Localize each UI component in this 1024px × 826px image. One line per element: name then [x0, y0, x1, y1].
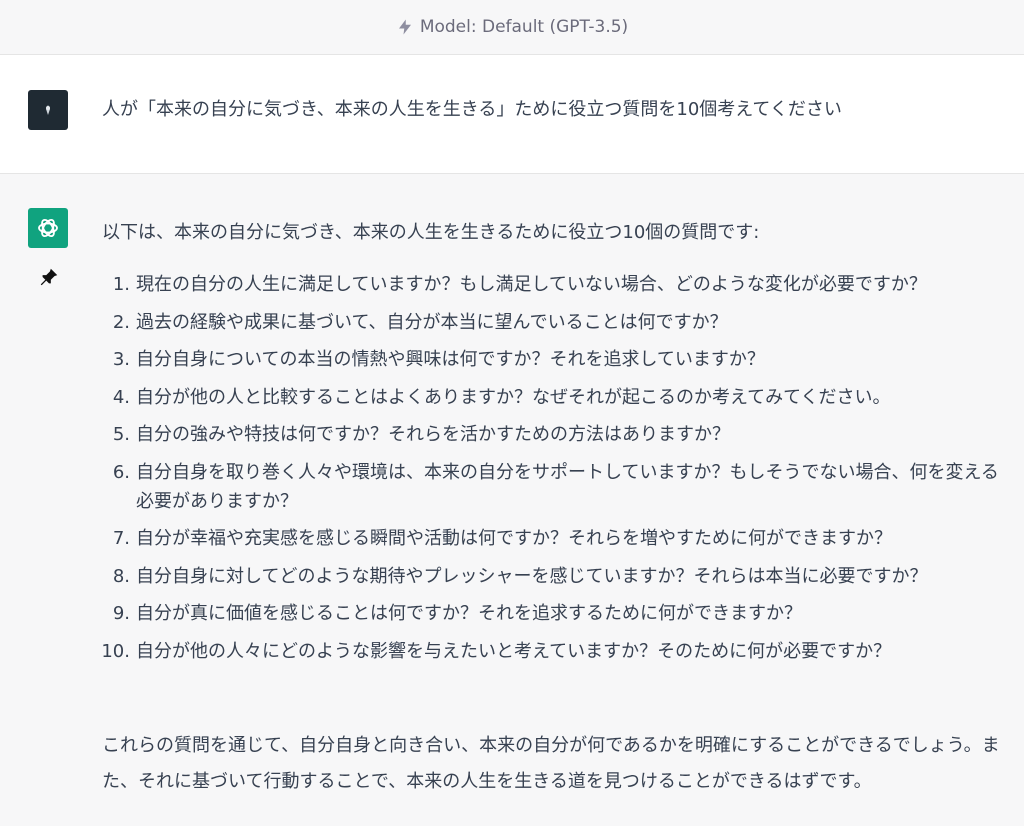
user-avatar: [28, 90, 68, 130]
user-message-text: 人が「本来の自分に気づき、本来の人生を生きる」ために役立つ質問を10個考えてくだ…: [102, 99, 842, 120]
list-item: 5. 自分の強みや特技は何ですか？それらを活かすための方法はありますか？: [112, 424, 730, 445]
list-item: 4. 自分が他の人と比較することはよくありますか？なぜそれが起こるのか考えてみてく…: [112, 386, 891, 408]
pin-icon[interactable]: [38, 266, 60, 288]
lightning-bolt-icon: [398, 19, 411, 35]
question-list: 1. 現在の自分の人生に満足していますか？もし満足していない場合、どのような変化が…: [88, 270, 1008, 674]
model-label: Model: Default (GPT-3.5): [419, 17, 629, 37]
model-header: Model: Default (GPT-3.5): [0, 0, 1024, 55]
assistant-intro: 以下は、本来の自分に気づき、本来の人生を生きるために役立つ10個の質問です:: [102, 222, 760, 243]
user-message: 人が「本来の自分に気づき、本来の人生を生きる」ために役立つ質問を10個考えてくだ…: [0, 55, 1024, 174]
list-item: 1. 現在の自分の人生に満足していますか？もし満足していない場合、どのような変化が…: [112, 274, 927, 295]
list-item: 8. 自分自身に対してどのような期待やプレッシャーを感じていますか？それらは本当に…: [112, 565, 928, 587]
assistant-outro: これらの質問を通じて、自分自身と向き合い、本来の自分が何であるかを明確にすること…: [102, 735, 1000, 792]
user-avatar-icon: [46, 105, 50, 115]
list-item: 7. 自分が幸福や充実感を感じる瞬間や活動は何ですか？それらを増やすために何ができ…: [112, 528, 892, 549]
chatgpt-logo-icon: [28, 208, 68, 248]
list-item: 9. 自分が真に価値を感じることは何ですか？それを追求するために何ができますか？: [112, 603, 802, 624]
assistant-message: 以下は、本来の自分に気づき、本来の人生を生きるために役立つ10個の質問です: 1…: [0, 174, 1024, 826]
list-item: 10. 自分が他の人々にどのような影響を与えたいと考えていますか？そのために何が必…: [101, 640, 892, 662]
list-item: 6. 自分自身を取り巻く人々や環境は、本来の自分をサポートしていますか？もしそうで…: [112, 461, 999, 512]
list-item: 2. 過去の経験や成果に基づいて、自分が本当に望んでいることは何ですか？: [112, 311, 728, 333]
list-item: 3. 自分自身についての本当の情熱や興味は何ですか？それを追求していますか？: [112, 349, 765, 370]
